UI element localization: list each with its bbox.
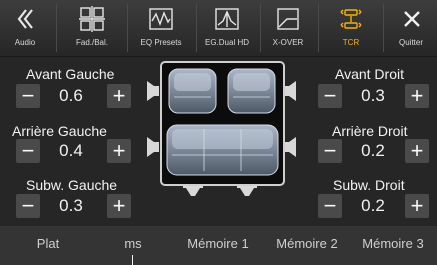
rear-right-control: − 0.2 + [318, 139, 430, 163]
front-right-title: Avant Droit [335, 66, 404, 82]
rear-right-speaker-icon [284, 137, 296, 157]
front-right-speaker-icon [284, 81, 296, 101]
rear-right-title: Arrière Droit [332, 123, 408, 139]
front-left-title: Avant Gauche [26, 66, 115, 82]
front-left-control: − 0.6 + [16, 84, 131, 108]
eq-dual-hd-button[interactable]: EG.Dual HD [196, 0, 258, 56]
memory-1-button[interactable]: Mémoire 1 [187, 226, 248, 265]
toolbar-divider [127, 4, 128, 52]
front-left-speaker-icon [147, 81, 159, 101]
eq-presets-icon [148, 5, 174, 33]
sub-left-minus-button[interactable]: − [16, 194, 40, 218]
unit-ms-button[interactable]: ms [124, 226, 141, 265]
rear-left-minus-button[interactable]: − [16, 139, 40, 163]
back-icon [10, 5, 40, 33]
car-seat-diagram [160, 61, 285, 186]
tcr-icon [338, 5, 364, 33]
audio-label: Audio [14, 38, 36, 47]
car-seats-icon [166, 68, 279, 176]
rear-right-minus-button[interactable]: − [318, 139, 342, 163]
sub-left-control: − 0.3 + [16, 194, 131, 218]
eq-presets-label: EQ Presets [140, 38, 182, 47]
sub-right-minus-button[interactable]: − [318, 194, 342, 218]
front-right-control: − 0.3 + [318, 84, 430, 108]
rear-left-speaker-icon [147, 137, 159, 157]
toolbar: Audio Fad./Bal. EQ Presets EG.Dual HD X-… [0, 0, 437, 57]
audio-back-button[interactable]: Audio [0, 0, 50, 56]
rear-left-control: − 0.4 + [16, 139, 131, 163]
rear-left-title: Arrière Gauche [12, 123, 107, 139]
toolbar-divider [383, 4, 384, 52]
fader-balance-icon [79, 5, 105, 33]
rear-left-value: 0.4 [59, 141, 83, 160]
memory-3-button[interactable]: Mémoire 3 [362, 226, 423, 265]
sub-left-value: 0.3 [59, 196, 83, 215]
front-right-plus-button[interactable]: + [405, 84, 429, 108]
text-cursor [132, 255, 133, 265]
front-right-minus-button[interactable]: − [318, 84, 342, 108]
memory-2-button[interactable]: Mémoire 2 [276, 226, 337, 265]
front-right-value: 0.3 [361, 86, 385, 105]
fader-balance-button[interactable]: Fad./Bal. [61, 0, 123, 56]
rear-right-plus-button[interactable]: + [405, 139, 429, 163]
front-left-value: 0.6 [59, 86, 83, 105]
eq-dual-hd-icon [214, 5, 240, 33]
front-left-plus-button[interactable]: + [107, 84, 131, 108]
toolbar-divider [56, 4, 57, 52]
crossover-icon [276, 5, 300, 33]
fader-balance-label: Fad./Bal. [75, 38, 109, 47]
crossover-button[interactable]: X-OVER [260, 0, 316, 56]
close-icon [401, 5, 423, 33]
front-left-minus-button[interactable]: − [16, 84, 40, 108]
sub-left-plus-button[interactable]: + [107, 194, 131, 218]
sub-right-plus-button[interactable]: + [405, 194, 429, 218]
quit-button[interactable]: Quitter [385, 0, 437, 56]
rear-left-plus-button[interactable]: + [107, 139, 131, 163]
sub-right-control: − 0.2 + [318, 194, 430, 218]
sub-right-value: 0.2 [361, 196, 385, 215]
sub-right-title: Subw. Droit [333, 177, 405, 193]
tcr-label: TCR [342, 38, 360, 47]
quit-label: Quitter [398, 38, 424, 47]
toolbar-divider [318, 4, 319, 52]
eq-presets-button[interactable]: EQ Presets [130, 0, 192, 56]
rear-right-value: 0.2 [361, 141, 385, 160]
tcr-button[interactable]: TCR [320, 0, 382, 56]
sub-left-title: Subw. Gauche [26, 177, 118, 193]
crossover-label: X-OVER [272, 38, 304, 47]
bottom-bar: Plat ms Mémoire 1 Mémoire 2 Mémoire 3 [0, 226, 437, 265]
eq-dual-hd-label: EG.Dual HD [204, 38, 250, 47]
preset-flat-button[interactable]: Plat [37, 226, 59, 265]
